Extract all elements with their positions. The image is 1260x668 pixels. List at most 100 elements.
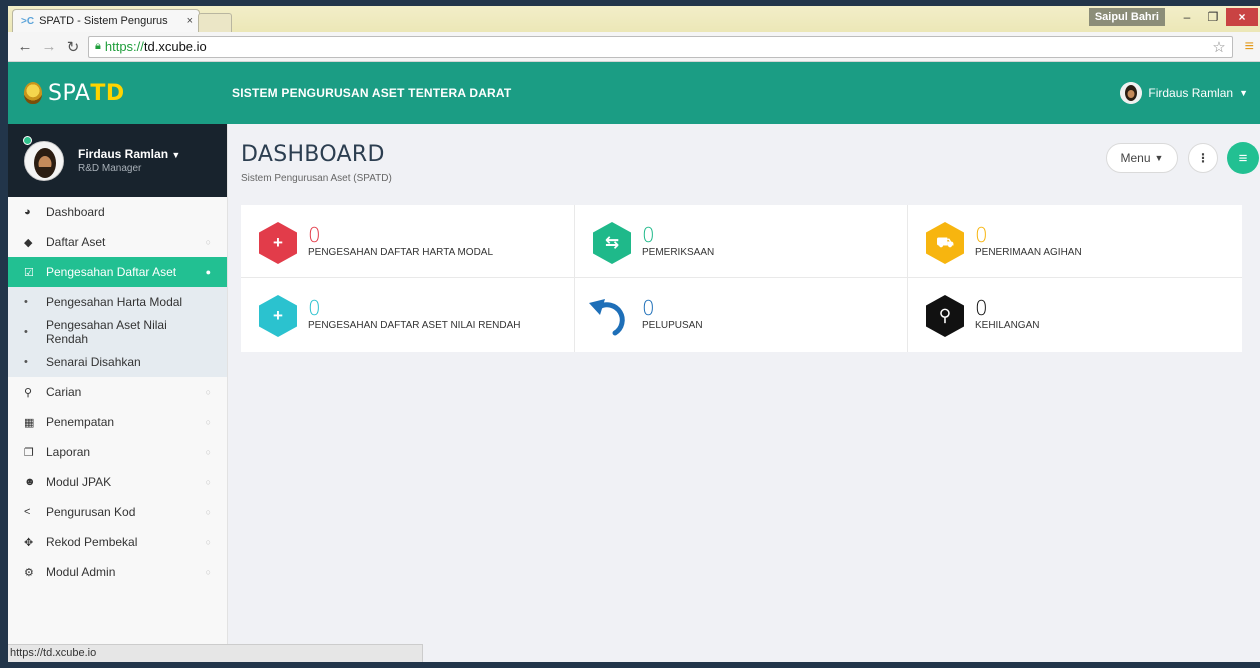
os-user-badge[interactable]: Saipul Bahri (1088, 8, 1165, 26)
xcube-favicon-icon: >C (21, 15, 35, 27)
circle-icon: ○ (205, 387, 211, 397)
sidebar-item-penempatan[interactable]: ▦ Penempatan ○ (8, 407, 227, 437)
profile-panel: Firdaus Ramlan ▼ R&D Manager (8, 124, 227, 197)
sidebar-item-rekod-pembekal[interactable]: ✥ Rekod Pembekal ○ (8, 527, 227, 557)
active-dot-icon: ● (205, 267, 211, 277)
stat-label: PENGESAHAN DAFTAR ASET NILAI RENDAH (308, 320, 521, 331)
undo-icon (589, 299, 625, 336)
stat-pelupusan[interactable]: 0 PELUPUSAN (575, 278, 908, 352)
tab-close-icon[interactable]: × (187, 15, 193, 27)
address-bar[interactable]: 🔒︎ https://td.xcube.io ☆ (88, 35, 1233, 58)
close-window-icon[interactable]: × (1226, 8, 1258, 26)
plus-icon: + (259, 222, 297, 264)
bullet-icon: • (24, 296, 28, 308)
circle-icon: ○ (205, 477, 211, 487)
stat-pengesahan-daftar-aset-nilai-rendah[interactable]: + 0 PENGESAHAN DAFTAR ASET NILAI RENDAH (241, 278, 575, 352)
sidebar-nav: ◕ Dashboard ◆ Daftar Aset ○ ☑ Pengesahan… (8, 197, 227, 587)
system-title: SISTEM PENGURUSAN ASET TENTERA DARAT (232, 86, 512, 100)
stat-kehilangan[interactable]: ⚲ 0 KEHILANGAN (908, 278, 1242, 352)
stat-label: KEHILANGAN (975, 320, 1040, 331)
sidebar-item-laporan[interactable]: ❐ Laporan ○ (8, 437, 227, 467)
app-header: SPATD SISTEM PENGURUSAN ASET TENTERA DAR… (8, 62, 1260, 124)
kebab-icon: ⋮ (1197, 151, 1209, 165)
back-icon[interactable]: ← (16, 38, 34, 55)
circle-icon: ○ (205, 417, 211, 427)
copy-icon: ❐ (24, 446, 34, 459)
sidebar-item-modul-admin[interactable]: ⚙ Modul Admin ○ (8, 557, 227, 587)
users-icon: ☻ (24, 476, 36, 488)
logo-prefix: SPA (48, 80, 91, 106)
stat-value: 0 (308, 296, 321, 320)
new-tab-button[interactable] (198, 13, 232, 32)
army-crest-icon (24, 82, 42, 104)
profile-role: R&D Manager (78, 163, 142, 174)
header-user-menu[interactable]: Firdaus Ramlan ▼ (1120, 62, 1248, 124)
stat-pemeriksaan[interactable]: ⇆ 0 PEMERIKSAAN (575, 205, 908, 278)
sidebar-item-pengesahan-aset-nilai-rendah[interactable]: • Pengesahan Aset Nilai Rendah (8, 317, 227, 347)
stat-penerimaan-agihan[interactable]: ⛟ 0 PENERIMAAN AGIHAN (908, 205, 1242, 278)
online-status-icon (23, 136, 32, 145)
search-icon: ⚲ (24, 386, 33, 399)
status-bar-url: https://td.xcube.io (8, 644, 423, 662)
dashboard-icon: ◕ (24, 206, 31, 218)
sidebar-item-dashboard[interactable]: ◕ Dashboard (8, 197, 227, 227)
search-icon: ⚲ (926, 295, 964, 337)
stat-label: PENGESAHAN DAFTAR HARTA MODAL (308, 247, 494, 258)
header-user-name: Firdaus Ramlan (1148, 86, 1234, 100)
circle-icon: ○ (205, 507, 211, 517)
app-logo[interactable]: SPATD (24, 62, 125, 124)
lock-icon: 🔒︎ (95, 40, 101, 52)
profile-name[interactable]: Firdaus Ramlan ▼ (78, 147, 180, 161)
stat-label: PELUPUSAN (642, 320, 703, 331)
circle-icon: ○ (205, 447, 211, 457)
menu-dropdown-button[interactable]: Menu ▼ (1106, 143, 1178, 173)
stat-value: 0 (642, 223, 655, 247)
chevron-down-icon: ▼ (1239, 88, 1248, 98)
handshake-icon: ✥ (24, 536, 34, 549)
sidebar-item-modul-jpak[interactable]: ☻ Modul JPAK ○ (8, 467, 227, 497)
bullet-icon: • (24, 326, 28, 338)
main-content: DASHBOARD Sistem Pengurusan Aset (SPATD)… (228, 124, 1260, 662)
sidebar-item-pengesahan-harta-modal[interactable]: • Pengesahan Harta Modal (8, 287, 227, 317)
tab-title: SPATD - Sistem Pengurus (39, 15, 168, 27)
list-view-button[interactable]: ≡ (1227, 142, 1259, 174)
browser-window: >C SPATD - Sistem Pengurus × Saipul Bahr… (8, 6, 1260, 662)
sidebar-item-carian[interactable]: ⚲ Carian ○ (8, 377, 227, 407)
stat-value: 0 (642, 296, 655, 320)
bookmark-star-icon[interactable]: ☆ (1212, 38, 1225, 56)
sidebar-item-pengurusan-kod[interactable]: < Pengurusan Kod ○ (8, 497, 227, 527)
circle-icon: ○ (205, 567, 211, 577)
avatar (1120, 82, 1143, 104)
logo-accent: TD (90, 80, 125, 106)
more-options-button[interactable]: ⋮ (1188, 143, 1218, 173)
sidebar-item-daftar-aset[interactable]: ◆ Daftar Aset ○ (8, 227, 227, 257)
avatar[interactable] (24, 140, 64, 181)
building-icon: ▦ (24, 416, 35, 429)
minimize-icon[interactable]: – (1174, 8, 1200, 26)
sidebar-item-pengesahan-daftar-aset[interactable]: ☑ Pengesahan Daftar Aset ● (8, 257, 227, 287)
restore-icon[interactable]: ❐ (1200, 8, 1226, 26)
sidebar-submenu: • Pengesahan Harta Modal • Pengesahan As… (8, 287, 227, 377)
stat-pengesahan-daftar-harta-modal[interactable]: + 0 PENGESAHAN DAFTAR HARTA MODAL (241, 205, 575, 278)
chevron-down-icon: ▼ (171, 150, 181, 160)
transfer-icon: ⇆ (593, 222, 631, 264)
stat-value: 0 (975, 223, 988, 247)
circle-icon: ○ (205, 237, 211, 247)
stats-card: + 0 PENGESAHAN DAFTAR HARTA MODAL ⇆ 0 PE… (241, 205, 1242, 352)
forward-icon[interactable]: → (40, 38, 58, 55)
list-icon: ≡ (1238, 149, 1248, 167)
cogs-icon: ⚙ (24, 566, 34, 579)
browser-menu-icon[interactable]: ≡ (1245, 38, 1254, 56)
page-subtitle: Sistem Pengurusan Aset (SPATD) (241, 173, 392, 184)
page-title: DASHBOARD (241, 142, 385, 167)
browser-tab[interactable]: >C SPATD - Sistem Pengurus × (12, 9, 200, 32)
browser-toolbar: ← → ↻ 🔒︎ https://td.xcube.io ☆ ≡ (8, 32, 1260, 62)
cart-icon: ⛟ (926, 222, 964, 264)
checkbox-icon: ☑ (24, 266, 34, 279)
circle-icon: ○ (205, 537, 211, 547)
url-scheme: https:// (104, 39, 144, 54)
tag-icon: ◆ (24, 236, 33, 249)
reload-icon[interactable]: ↻ (64, 38, 82, 56)
sidebar-item-senarai-disahkan[interactable]: • Senarai Disahkan (8, 347, 227, 377)
plus-icon: + (259, 295, 297, 337)
